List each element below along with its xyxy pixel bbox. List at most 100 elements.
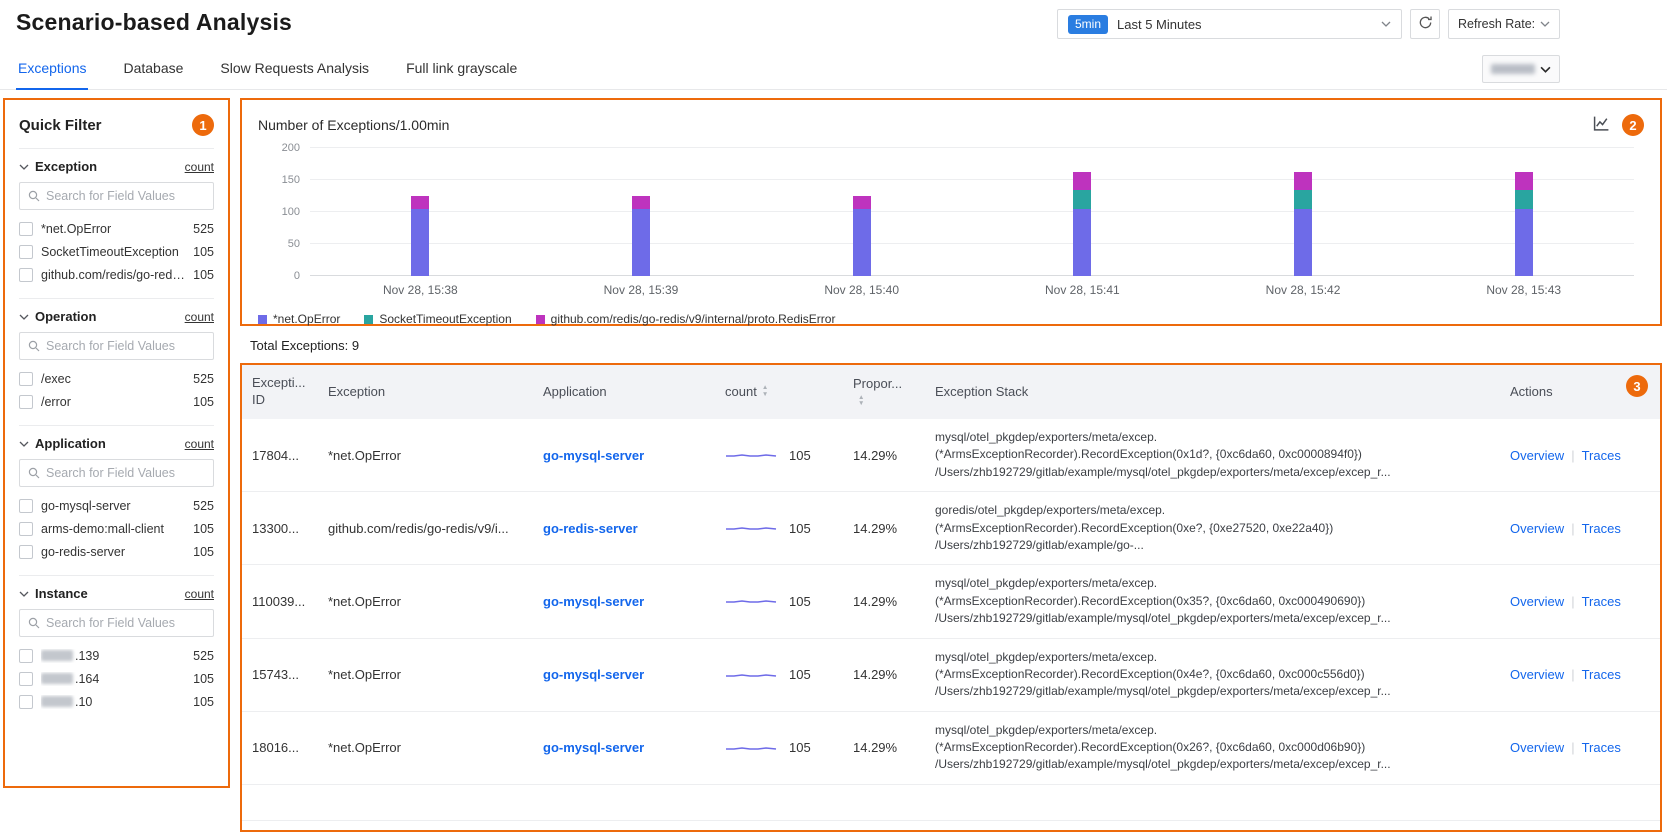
field-search-input[interactable] [46, 616, 205, 630]
application-link[interactable]: go-redis-server [543, 521, 638, 536]
filter-checkbox[interactable] [19, 672, 33, 686]
filter-checkbox[interactable] [19, 245, 33, 259]
quick-filter-title: Quick Filter [19, 117, 102, 134]
stacked-bar[interactable] [1515, 172, 1533, 276]
refresh-rate-select[interactable]: Refresh Rate: [1448, 9, 1560, 39]
overview-link[interactable]: Overview [1510, 448, 1564, 463]
tab-slow-requests-analysis[interactable]: Slow Requests Analysis [218, 50, 371, 89]
filter-checkbox[interactable] [19, 649, 33, 663]
col-header-exception-id: Excepti... ID [242, 366, 318, 418]
filter-item: SocketTimeoutException105 [19, 240, 214, 263]
table-row: 15743...*net.OpErrorgo-mysql-server10514… [242, 639, 1660, 712]
traces-link[interactable]: Traces [1582, 594, 1621, 609]
cell-exception-stack: mysql/otel_pkgdep/exporters/meta/excep. … [925, 712, 1500, 784]
legend-item[interactable]: github.com/redis/go-redis/v9/internal/pr… [536, 312, 836, 326]
filter-item-count: 525 [193, 222, 214, 236]
x-axis-labels: Nov 28, 15:38Nov 28, 15:39Nov 28, 15:40N… [310, 283, 1634, 297]
legend-item[interactable]: *net.OpError [258, 312, 340, 326]
cell-exception-stack: mysql/otel_pkgdep/exporters/meta/excep. … [925, 565, 1500, 637]
chevron-down-icon[interactable] [19, 314, 29, 320]
filter-item-label: .164 [41, 672, 185, 686]
stacked-bar[interactable] [632, 196, 650, 276]
sort-icon[interactable]: ▲▼ [762, 385, 768, 399]
bar-segment-github-com-redis-go-re [411, 196, 429, 209]
count-link[interactable]: count [185, 310, 214, 324]
traces-link[interactable]: Traces [1582, 521, 1621, 536]
filter-item-count: 525 [193, 372, 214, 386]
filter-checkbox[interactable] [19, 395, 33, 409]
sort-icon[interactable]: ▲▼ [858, 395, 864, 409]
tab-full-link-grayscale[interactable]: Full link grayscale [404, 50, 519, 89]
overview-link[interactable]: Overview [1510, 521, 1564, 536]
line-chart-icon[interactable] [1593, 115, 1610, 135]
header-controls: 5min Last 5 Minutes Refresh Rate: [1057, 9, 1560, 39]
stacked-bar[interactable] [1073, 172, 1091, 276]
traces-link[interactable]: Traces [1582, 667, 1621, 682]
bar-segment-sockettimeoutexception [1073, 190, 1091, 209]
filter-item-label: arms-demo:mall-client [41, 522, 185, 536]
field-search-input[interactable] [46, 466, 205, 480]
filter-checkbox[interactable] [19, 222, 33, 236]
legend-swatch [258, 315, 267, 324]
app-selector-dropdown[interactable] [1482, 55, 1560, 83]
col-header-count: count ▲▼ [715, 375, 843, 410]
refresh-icon [1418, 15, 1433, 33]
action-separator: | [1571, 740, 1574, 755]
field-search-input[interactable] [46, 339, 205, 353]
filter-item-label: .139 [41, 649, 185, 663]
filter-checkbox[interactable] [19, 499, 33, 513]
table-footer-divider [242, 820, 1660, 830]
filter-checkbox[interactable] [19, 372, 33, 386]
exceptions-chart-card: Number of Exceptions/1.00min 2 050100150… [240, 98, 1662, 326]
filter-checkbox[interactable] [19, 545, 33, 559]
filter-item: github.com/redis/go-redi...105 [19, 263, 214, 286]
cell-exception-stack: goredis/otel_pkgdep/exporters/meta/excep… [925, 492, 1500, 564]
chevron-down-icon[interactable] [19, 164, 29, 170]
field-search-input[interactable] [46, 189, 205, 203]
filter-checkbox[interactable] [19, 695, 33, 709]
cell-application: go-mysql-server [533, 730, 715, 765]
chevron-down-icon[interactable] [19, 441, 29, 447]
stacked-bar[interactable] [411, 196, 429, 276]
tab-exceptions[interactable]: Exceptions [16, 50, 88, 90]
count-link[interactable]: count [185, 437, 214, 451]
application-link[interactable]: go-mysql-server [543, 740, 644, 755]
refresh-button[interactable] [1410, 9, 1440, 39]
chart-bar-slot [1193, 148, 1414, 276]
bar-segment-net-operror [1073, 209, 1091, 276]
filter-item-count: 105 [193, 268, 214, 282]
chevron-down-icon[interactable] [19, 591, 29, 597]
stacked-bar[interactable] [853, 196, 871, 276]
search-icon [28, 340, 40, 352]
traces-link[interactable]: Traces [1582, 740, 1621, 755]
traces-link[interactable]: Traces [1582, 448, 1621, 463]
legend-item[interactable]: SocketTimeoutException [364, 312, 511, 326]
overview-link[interactable]: Overview [1510, 594, 1564, 609]
application-link[interactable]: go-mysql-server [543, 594, 644, 609]
redacted-text [41, 696, 73, 707]
count-link[interactable]: count [185, 587, 214, 601]
col-header-proportion: Propor... ▲▼ [843, 367, 925, 418]
col-header-application: Application [533, 375, 715, 410]
cell-count: 105 [715, 657, 843, 692]
bar-segment-sockettimeoutexception [1294, 190, 1312, 209]
filter-checkbox[interactable] [19, 268, 33, 282]
filter-item-label: SocketTimeoutException [41, 245, 185, 259]
count-link[interactable]: count [185, 160, 214, 174]
chevron-down-icon [1540, 21, 1550, 27]
overview-link[interactable]: Overview [1510, 667, 1564, 682]
time-range-picker[interactable]: 5min Last 5 Minutes [1057, 9, 1402, 39]
stacked-bar[interactable] [1294, 172, 1312, 276]
overview-link[interactable]: Overview [1510, 740, 1564, 755]
cell-exception: *net.OpError [318, 730, 533, 765]
bar-segment-github-com-redis-go-re [632, 196, 650, 209]
cell-exception: github.com/redis/go-redis/v9/i... [318, 511, 533, 546]
cell-actions: Overview|Traces [1500, 511, 1660, 546]
tab-database[interactable]: Database [121, 50, 185, 89]
cell-proportion: 14.29% [843, 657, 925, 692]
application-link[interactable]: go-mysql-server [543, 667, 644, 682]
page-title: Scenario-based Analysis [16, 9, 292, 36]
application-link[interactable]: go-mysql-server [543, 448, 644, 463]
filter-checkbox[interactable] [19, 522, 33, 536]
field-value-search [19, 459, 214, 487]
